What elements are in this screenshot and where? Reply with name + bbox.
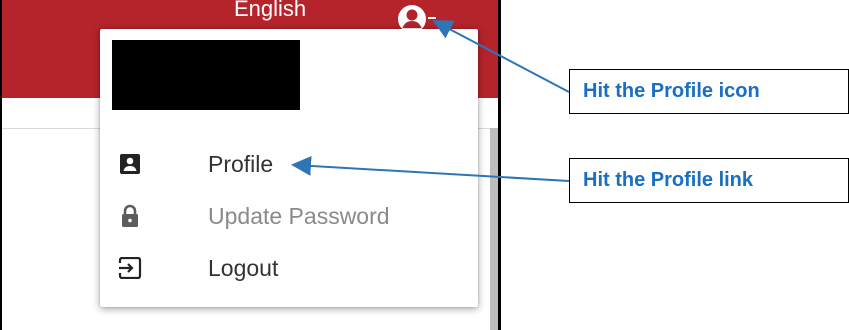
profile-dropdown-menu: Profile Update Password Logout xyxy=(100,29,478,307)
menu-item-label: Profile xyxy=(208,150,274,177)
callout-text: Hit the Profile icon xyxy=(583,80,760,102)
badge-icon xyxy=(118,152,142,176)
logout-icon xyxy=(118,256,142,280)
callout-profile-icon: Hit the Profile icon xyxy=(569,69,849,114)
menu-item-label: Update Password xyxy=(208,202,390,229)
scrollbar[interactable] xyxy=(490,128,498,330)
menu-item-update-password[interactable]: Update Password xyxy=(100,194,478,238)
caret-down-icon[interactable] xyxy=(428,17,436,19)
menu-item-profile[interactable]: Profile xyxy=(100,142,478,186)
language-selector[interactable]: English xyxy=(234,0,306,22)
callout-text: Hit the Profile link xyxy=(583,169,754,191)
menu-item-label: Logout xyxy=(208,254,279,281)
lock-icon xyxy=(118,204,142,228)
app-screenshot: English Profile Update Password Logout xyxy=(0,0,501,330)
callout-profile-link: Hit the Profile link xyxy=(569,158,849,203)
redacted-user-name xyxy=(112,40,300,110)
menu-item-logout[interactable]: Logout xyxy=(100,246,478,290)
